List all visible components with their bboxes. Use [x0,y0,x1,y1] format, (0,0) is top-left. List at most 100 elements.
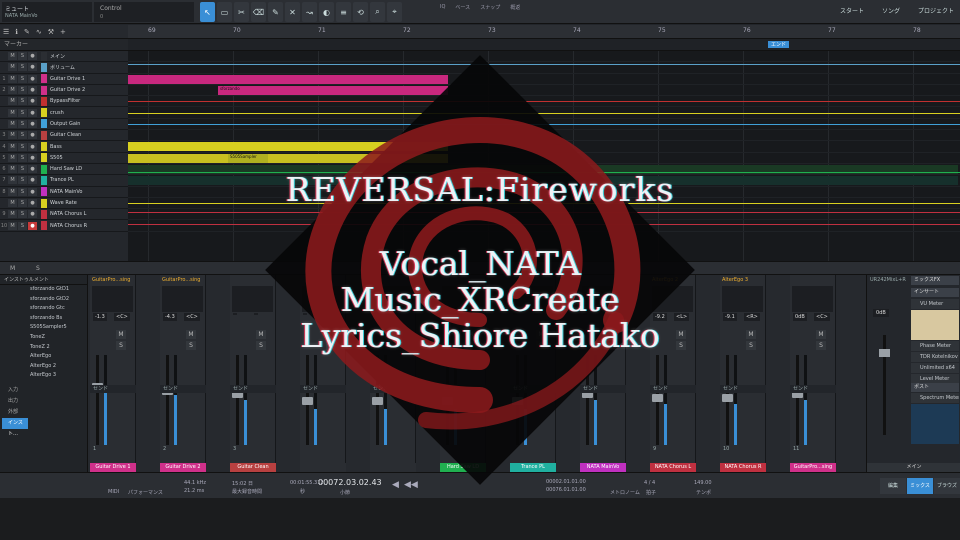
fast-rewind-icon[interactable]: ◀◀ [404,480,418,490]
send-slot[interactable]: センド [510,385,556,393]
main-fader-cap[interactable] [879,349,890,357]
mute-button[interactable]: M [8,108,17,117]
track-color-swatch[interactable] [41,108,47,118]
mute-button[interactable]: M [8,86,17,95]
strip-input[interactable] [790,275,835,285]
volume-readout[interactable]: 0dB [793,313,807,321]
mute-button[interactable]: M [8,199,17,207]
track-name[interactable]: NATA Chorus L [50,211,86,217]
track-color-swatch[interactable] [41,153,47,163]
insert-slots[interactable] [92,286,133,312]
instrument-item[interactable]: sforzando GtD2 [0,295,87,305]
channel-name[interactable] [370,463,416,472]
track-name[interactable]: ボリューム [50,64,75,71]
solo-button[interactable]: S [18,97,27,106]
solo-button[interactable]: S [18,142,27,151]
mute-button[interactable]: M [8,221,17,230]
nav-song[interactable]: ソング [882,6,900,15]
mute-button[interactable]: M [8,165,17,174]
pan-readout[interactable] [464,313,468,315]
insert-slots[interactable] [792,286,833,312]
track-color-swatch[interactable] [41,209,47,219]
automation-line[interactable] [128,123,960,125]
instrument-item[interactable]: AlterEgo [0,352,87,362]
track-row[interactable]: M S ● crush [0,107,128,119]
record-button[interactable]: ● [28,176,37,185]
snap-value[interactable]: 概返 [510,4,520,11]
insert-slots[interactable] [722,286,763,312]
volume-readout[interactable]: -1.3 [93,313,107,321]
record-button[interactable]: ● [28,108,37,117]
track-color-swatch[interactable] [41,119,47,129]
track-name[interactable]: Hard Saw LD [50,166,82,172]
send-slot[interactable]: センド [90,385,136,393]
record-button[interactable]: ● [28,221,37,230]
split-m[interactable]: M [10,265,15,272]
mute-button[interactable]: M [8,176,17,185]
pan-readout[interactable] [324,313,328,315]
solo-button[interactable]: S [18,74,27,83]
volume-fader[interactable] [442,355,453,445]
track-row[interactable]: 9 M S ● NATA Chorus L [0,209,128,221]
channel-name[interactable]: Hard Saw LD [440,463,486,472]
bar-position[interactable]: 00072.03.02.43 [318,478,382,487]
rewind-icon[interactable]: ◀ [392,480,399,490]
add-track-icon[interactable]: + [60,28,66,36]
solo-button[interactable]: S [18,108,27,117]
fader-cap[interactable] [302,397,313,405]
track-row[interactable]: 4 M S ● Bass [0,141,128,153]
instrument-item[interactable]: sforzando GtD1 [0,285,87,295]
track-name[interactable]: Trance PL [50,177,74,183]
tab-edit[interactable]: 編集 [880,478,906,494]
volume-fader[interactable] [232,355,243,445]
strip-input[interactable] [510,275,555,285]
track-row[interactable]: 6 M S ● Hard Saw LD [0,164,128,176]
track-name[interactable]: NATA MainVo [50,189,82,195]
insert-slots[interactable] [302,286,343,312]
record-button[interactable]: ● [28,199,37,207]
channel-name[interactable]: GuitarPro...sing [790,463,836,472]
strip-input[interactable]: GuitarPro...sing [90,275,135,285]
insert-slots[interactable] [372,286,413,312]
mute-button[interactable]: M [606,330,616,339]
pan-readout[interactable]: <C> [114,313,130,321]
insert-slots[interactable] [582,286,623,312]
send-slot[interactable]: センド [230,385,276,393]
volume-readout[interactable] [373,313,377,315]
strip-input[interactable] [300,275,345,285]
automation-line[interactable] [128,202,960,204]
mute-button[interactable]: M [8,210,17,219]
send-slot[interactable]: センド [160,385,206,393]
channel-name[interactable]: NATA MainVo [580,463,626,472]
send-slot[interactable]: センド [580,385,626,393]
audio-clip[interactable] [128,176,958,186]
audio-clip[interactable]: S505Sampler [228,153,268,163]
pan-readout[interactable] [604,313,608,315]
solo-button[interactable]: S [746,341,756,350]
solo-button[interactable]: S [816,341,826,350]
mute-button[interactable]: M [8,153,17,162]
insert-slots[interactable] [232,286,273,312]
audio-clip[interactable]: sforzando [218,85,448,95]
marker-lane[interactable]: エンド [128,39,960,51]
track-row[interactable]: 10 M S ● NATA Chorus R [0,220,128,232]
post-slot[interactable]: Spectrum Meter [911,393,959,403]
volume-fader[interactable] [92,355,103,445]
track-row[interactable]: 3 M S ● Guitar Clean [0,130,128,142]
volume-fader[interactable] [162,355,173,445]
fader-cap[interactable] [652,393,663,402]
mute-button[interactable]: M [536,330,546,339]
arrange-view[interactable]: sforzandosforzandoS505Sampler [128,51,960,261]
solo-button[interactable]: S [18,63,27,72]
fader-cap[interactable] [722,393,733,402]
mute-button[interactable]: M [8,142,17,151]
main-fader[interactable] [879,335,890,435]
record-button[interactable]: ● [28,63,37,72]
automation-line[interactable] [128,112,960,114]
volume-readout[interactable] [443,313,447,315]
fader-cap[interactable] [512,397,523,405]
solo-button[interactable]: S [18,176,27,185]
track-row[interactable]: M S ● Wave Rate [0,198,128,210]
record-button[interactable]: ● [28,97,37,106]
strip-input[interactable] [370,275,415,285]
